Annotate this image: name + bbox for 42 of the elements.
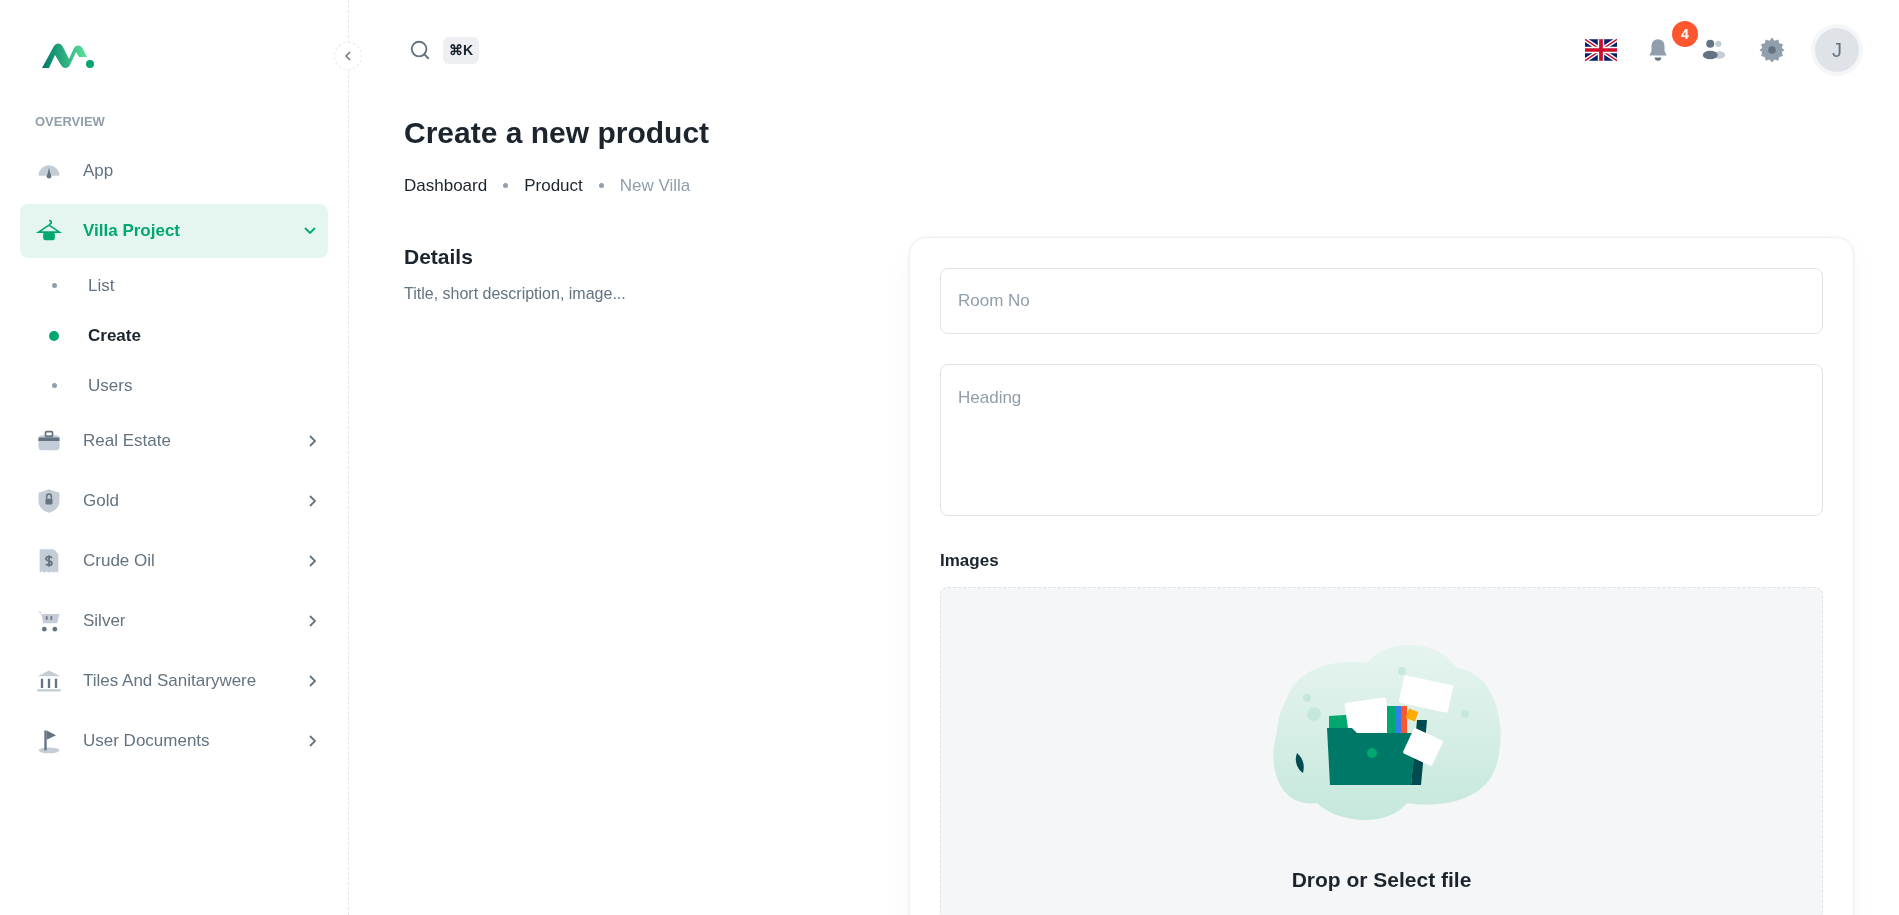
section-subtitle: Title, short description, image... <box>404 284 627 304</box>
submenu-item[interactable]: Create <box>20 313 328 358</box>
sidebar-item[interactable]: Gold <box>20 473 328 528</box>
user-avatar[interactable]: J <box>1815 28 1859 72</box>
section-title: Details <box>404 243 474 270</box>
breadcrumb-separator-icon <box>503 183 509 189</box>
file-dropzone[interactable]: Drop or Select file <box>940 587 1823 915</box>
chevron-right-icon <box>309 614 316 627</box>
submenu-item[interactable]: List <box>20 263 328 308</box>
settings-icon[interactable] <box>1757 35 1787 65</box>
section-label: OVERVIEW <box>35 113 106 131</box>
shortcut-key: ⌘K <box>443 36 480 64</box>
bullet-icon <box>51 383 57 388</box>
bullet-icon <box>49 330 59 341</box>
breadcrumb-link[interactable]: Product <box>524 173 583 199</box>
submenu-item[interactable]: Users <box>20 363 328 408</box>
sidebar-item[interactable]: User Documents <box>20 713 328 768</box>
search-button[interactable]: ⌘K <box>409 36 480 64</box>
bullet-icon <box>51 283 57 288</box>
sidebar-item[interactable]: Real Estate <box>20 413 328 468</box>
breadcrumb-link[interactable]: Dashboard <box>404 173 488 199</box>
chevron-right-icon <box>309 554 316 567</box>
search-icon <box>409 39 431 61</box>
sidebar-item[interactable]: Tiles And Sanitarywere <box>20 653 328 708</box>
sidebar-item[interactable]: App <box>20 143 328 198</box>
sidebar-item[interactable]: Villa Project <box>20 203 328 258</box>
page-title: Create a new product <box>404 115 711 151</box>
room-no-field[interactable]: Room No <box>940 267 1823 334</box>
logo-icon[interactable] <box>40 42 96 70</box>
chevron-right-icon <box>309 734 316 747</box>
chevron-right-icon <box>309 674 316 687</box>
sidebar-item[interactable]: Silver <box>20 593 328 648</box>
heading-field[interactable]: Heading <box>940 363 1823 516</box>
chevron-right-icon <box>309 434 316 447</box>
chevron-left-icon <box>345 51 351 61</box>
chevron-right-icon <box>309 494 316 507</box>
sidebar-item[interactable]: Crude Oil <box>20 533 328 588</box>
breadcrumb-separator-icon <box>598 183 604 189</box>
images-label: Images <box>940 549 1000 572</box>
uk-flag-icon[interactable] <box>1585 38 1617 62</box>
chevron-down-icon <box>304 227 316 234</box>
notification-count-badge: 4 <box>1672 21 1698 47</box>
